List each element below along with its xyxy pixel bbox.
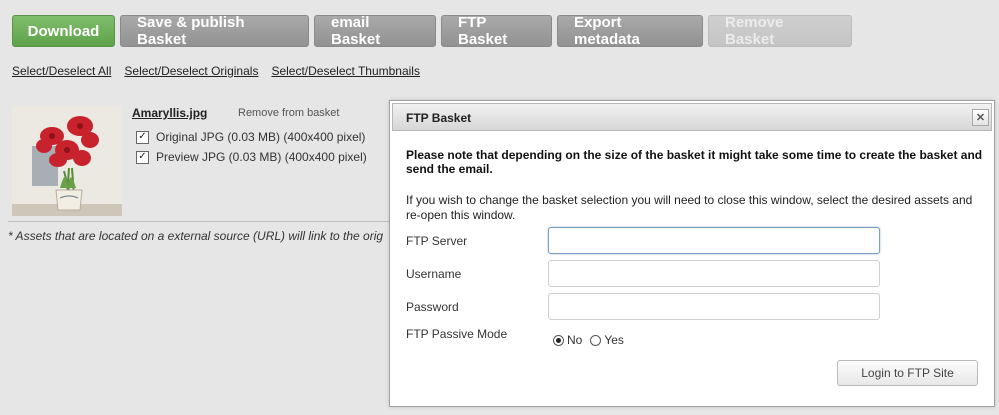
basket-toolbar: Download Save & publish Basket email Bas… (12, 14, 852, 48)
ftp-basket-button[interactable]: FTP Basket (441, 14, 552, 48)
passive-mode-yes-radio[interactable] (590, 334, 602, 346)
email-basket-button[interactable]: email Basket (314, 14, 436, 48)
passive-mode-no-label: No (567, 333, 583, 347)
username-input[interactable] (548, 260, 880, 287)
selection-links: Select/Deselect All Select/Deselect Orig… (12, 64, 420, 78)
original-option-label: Original JPG (0.03 MB) (400x400 pixel) (156, 130, 366, 144)
passive-mode-label: FTP Passive Mode (406, 327, 508, 341)
username-label: Username (406, 267, 462, 281)
password-input[interactable] (548, 293, 880, 320)
select-deselect-thumbnails-link[interactable]: Select/Deselect Thumbnails (271, 64, 420, 78)
dialog-header[interactable]: FTP Basket ✕ (392, 103, 992, 131)
passive-mode-radio-group: No Yes (553, 333, 632, 347)
asset-option-original: ✓ Original JPG (0.03 MB) (400x400 pixel) (136, 130, 365, 144)
external-source-footnote: * Assets that are located on a external … (8, 229, 384, 243)
ftp-server-input[interactable] (548, 227, 880, 254)
password-label: Password (406, 300, 459, 314)
save-publish-basket-button[interactable]: Save & publish Basket (120, 14, 309, 48)
asset-thumbnail[interactable] (12, 106, 122, 216)
amaryllis-image (12, 106, 122, 216)
asset-name-link[interactable]: Amaryllis.jpg (132, 106, 207, 120)
passive-mode-no-radio[interactable] (553, 334, 564, 346)
ftp-basket-dialog: FTP Basket ✕ Please note that depending … (389, 100, 995, 407)
select-deselect-all-link[interactable]: Select/Deselect All (12, 64, 111, 78)
remove-from-basket-link[interactable]: Remove from basket (238, 107, 339, 119)
dialog-notice: Please note that depending on the size o… (406, 148, 983, 176)
dialog-info: If you wish to change the basket selecti… (406, 193, 973, 222)
export-metadata-button[interactable]: Export metadata (557, 14, 703, 48)
select-deselect-originals-link[interactable]: Select/Deselect Originals (124, 64, 258, 78)
remove-basket-button[interactable]: Remove Basket (708, 14, 852, 48)
preview-checkbox[interactable]: ✓ (136, 150, 149, 164)
asset-option-preview: ✓ Preview JPG (0.03 MB) (400x400 pixel) (136, 150, 367, 164)
ftp-server-label: FTP Server (406, 234, 468, 248)
preview-option-label: Preview JPG (0.03 MB) (400x400 pixel) (156, 150, 367, 164)
asset-divider (8, 221, 391, 222)
dialog-title: FTP Basket (406, 111, 472, 125)
close-icon[interactable]: ✕ (972, 109, 989, 126)
login-ftp-button[interactable]: Login to FTP Site (837, 360, 978, 386)
passive-mode-yes-label: Yes (604, 333, 624, 347)
download-button[interactable]: Download (12, 15, 115, 47)
original-checkbox[interactable]: ✓ (136, 130, 149, 144)
